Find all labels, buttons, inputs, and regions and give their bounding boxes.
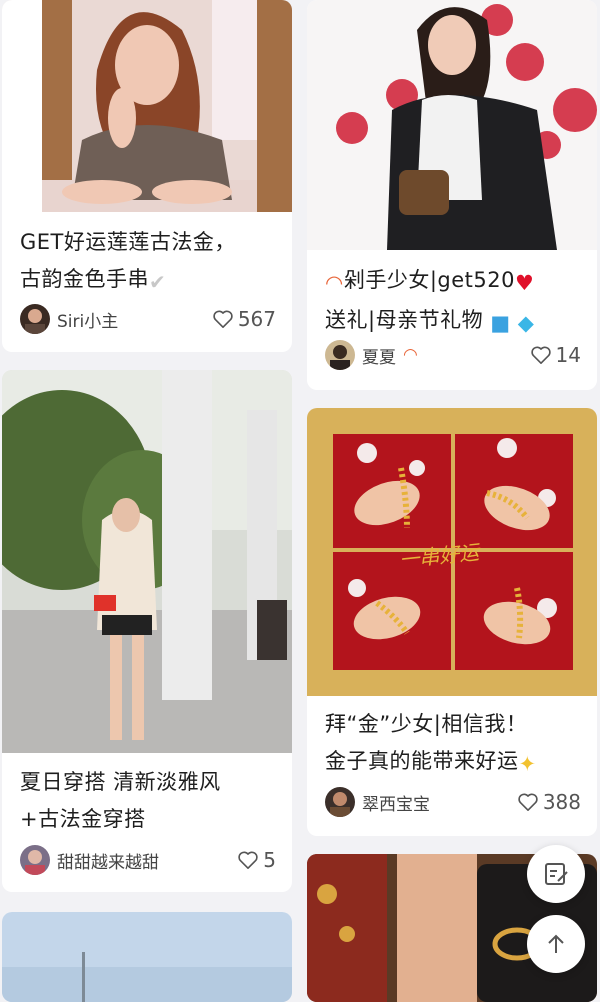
- edit-note-icon: [545, 863, 568, 885]
- arrow-up-icon: [548, 934, 564, 953]
- post-meta: 夏夏 ◠ 14: [325, 338, 581, 372]
- post-card-4[interactable]: 一串好运 拜“金”少女|相信我！ 金子真的能带来好运✦ 翠西宝宝 388: [307, 408, 597, 836]
- avatar[interactable]: [20, 845, 50, 875]
- post-title[interactable]: 夏日穿搭 清新淡雅风 +古法金穿搭: [20, 764, 278, 838]
- post-card-5[interactable]: [2, 912, 292, 1002]
- like-button[interactable]: 567: [212, 307, 276, 331]
- red-heart-emoji: ♥: [514, 271, 535, 295]
- post-title-line-2: 金子真的能带来好运: [325, 749, 519, 773]
- heart-outline-icon: [238, 851, 258, 869]
- heart-outline-icon: [530, 346, 551, 364]
- avatar[interactable]: [20, 304, 50, 334]
- author-name[interactable]: 甜甜越来越甜: [57, 848, 159, 873]
- compose-button[interactable]: [527, 845, 585, 903]
- diamond-emoji: ◆: [517, 311, 535, 335]
- author[interactable]: Siri小主: [20, 304, 118, 334]
- like-count: 14: [555, 343, 581, 367]
- post-title[interactable]: GET好运莲莲古法金， 古韵金色手串✔: [20, 224, 278, 301]
- post-card-2[interactable]: ◠剁手少女|get520♥ 送礼|母亲节礼物 ■ ◆ 夏夏 ◠ 14: [307, 0, 597, 390]
- post-title[interactable]: ◠剁手少女|get520♥ 送礼|母亲节礼物 ■ ◆: [325, 262, 583, 342]
- post-image[interactable]: [307, 0, 597, 250]
- author[interactable]: 夏夏 ◠: [325, 340, 418, 370]
- post-image[interactable]: [2, 370, 292, 753]
- rainbow-emoji: ◠: [325, 271, 344, 295]
- author[interactable]: 甜甜越来越甜: [20, 845, 159, 875]
- post-title-line-1: 夏日穿搭 清新淡雅风: [20, 770, 221, 794]
- check-mark-emoji: ✔: [149, 270, 167, 294]
- post-title-line-2: 送礼|母亲节礼物: [325, 308, 484, 332]
- post-meta: 翠西宝宝 388: [325, 785, 581, 819]
- author-name[interactable]: 夏夏: [362, 343, 396, 368]
- post-image[interactable]: [2, 0, 292, 212]
- post-title[interactable]: 拜“金”少女|相信我！ 金子真的能带来好运✦: [325, 706, 583, 783]
- like-button[interactable]: 388: [517, 790, 581, 814]
- avatar[interactable]: [325, 340, 355, 370]
- post-card-3[interactable]: 夏日穿搭 清新淡雅风 +古法金穿搭 甜甜越来越甜 5: [2, 370, 292, 892]
- author-name[interactable]: 翠西宝宝: [362, 790, 430, 815]
- like-button[interactable]: 5: [237, 848, 276, 872]
- like-count: 567: [237, 307, 276, 331]
- post-card-1[interactable]: GET好运莲莲古法金， 古韵金色手串✔ Siri小主 567: [2, 0, 292, 352]
- rainbow-emoji: ◠: [403, 345, 418, 365]
- post-title-line-1: GET好运莲莲古法金，: [20, 230, 236, 254]
- like-count: 388: [542, 790, 581, 814]
- like-count: 5: [263, 848, 276, 872]
- post-title-line-1: 拜“金”少女|相信我！: [325, 712, 528, 736]
- sparkles-emoji: ✦: [518, 752, 537, 776]
- post-meta: 甜甜越来越甜 5: [20, 843, 276, 877]
- gift-emoji: ■: [490, 311, 511, 335]
- like-button[interactable]: 14: [530, 343, 581, 367]
- author[interactable]: 翠西宝宝: [325, 787, 430, 817]
- post-title-line-2: 古韵金色手串: [20, 267, 149, 291]
- post-meta: Siri小主 567: [20, 302, 276, 336]
- post-title-line-2: +古法金穿搭: [20, 807, 146, 831]
- heart-outline-icon: [518, 793, 538, 811]
- post-image[interactable]: 一串好运: [307, 408, 597, 696]
- author-name[interactable]: Siri小主: [57, 307, 118, 332]
- post-title-line-1: 剁手少女|get520: [343, 268, 515, 292]
- post-image[interactable]: [2, 912, 292, 1002]
- heart-outline-icon: [213, 310, 233, 328]
- scroll-to-top-button[interactable]: [527, 915, 585, 973]
- avatar[interactable]: [325, 787, 355, 817]
